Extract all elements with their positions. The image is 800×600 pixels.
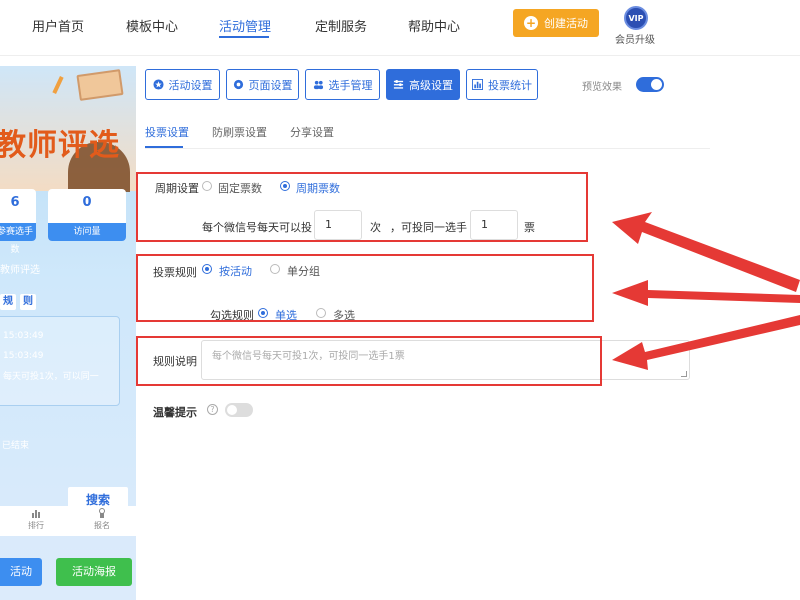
nav-item-home[interactable]: 用户首页 <box>32 16 84 35</box>
preview-tab-rule-2[interactable]: 则 <box>20 294 36 310</box>
tab-vote-statistics-label: 投票统计 <box>488 78 532 92</box>
preview-signup-item[interactable]: 报名 <box>90 508 114 531</box>
tab-page-settings-label: 页面设置 <box>248 78 293 92</box>
subtab-divider <box>145 148 710 149</box>
tips-toggle[interactable] <box>225 403 253 417</box>
stat-participants-label: 参赛选手数 <box>0 223 36 255</box>
preview-rule-text: 每天可投1次，可以同一 <box>3 372 99 382</box>
star-circle-icon <box>152 79 164 90</box>
tab-advanced-settings[interactable]: 高级设置 <box>386 69 460 100</box>
highlight-cycle-settings <box>136 172 588 242</box>
preview-effect-label: 预览效果 <box>582 82 622 93</box>
preview-rank-item[interactable]: 排行 <box>24 508 48 531</box>
top-nav: 用户首页 模板中心 活动管理 定制服务 帮助中心 + 创建活动 VIP 会员升级 <box>0 0 800 56</box>
users-icon <box>313 80 323 90</box>
tab-advanced-settings-label: 高级设置 <box>409 78 453 92</box>
tab-activity-settings-label: 活动设置 <box>168 78 213 92</box>
help-icon[interactable]: ? <box>207 404 218 415</box>
nav-item-custom-service[interactable]: 定制服务 <box>315 16 367 35</box>
preview-info-card: 15:03:49 15:03:49 每天可投1次，可以同一 <box>0 316 120 406</box>
preview-title: 教师评选 <box>0 128 120 163</box>
preview-tabs: 规 则 <box>0 294 36 310</box>
resize-grip-icon[interactable] <box>681 371 687 377</box>
subtab-vote-settings[interactable]: 投票设置 <box>145 124 189 140</box>
stat-visits: 0 访问量 <box>48 189 126 241</box>
highlight-rule-description <box>136 336 602 386</box>
preview-end-time: 15:03:49 <box>3 351 44 361</box>
create-activity-button[interactable]: + 创建活动 <box>513 9 599 37</box>
arrow-to-cycle-settings <box>612 212 800 292</box>
bar-chart-icon <box>32 510 40 518</box>
gear-icon <box>233 79 243 90</box>
preview-bottom-bar: 排行 报名 <box>0 506 136 536</box>
tab-page-settings[interactable]: 页面设置 <box>226 69 299 100</box>
preview-effect-toggle[interactable] <box>636 77 664 92</box>
stat-visits-label: 访问量 <box>48 223 126 241</box>
mobile-preview: 教师评选 6 参赛选手数 0 访问量 教师评选 规 则 15:03:49 15:… <box>0 66 136 600</box>
preview-start-time: 15:03:49 <box>3 331 44 341</box>
tab-activity-settings[interactable]: 活动设置 <box>145 69 220 100</box>
stat-participants: 6 参赛选手数 <box>0 189 36 255</box>
preview-signup-label: 报名 <box>94 521 110 530</box>
stat-visits-value: 0 <box>82 195 92 210</box>
nav-item-templates[interactable]: 模板中心 <box>126 16 178 35</box>
preview-rank-label: 排行 <box>28 521 44 530</box>
nav-item-activity-management[interactable]: 活动管理 <box>219 16 271 35</box>
activity-poster-button[interactable]: 活动海报 <box>56 558 132 586</box>
preview-tab-rule-1[interactable]: 规 <box>0 294 16 310</box>
stat-participants-value: 6 <box>10 195 20 210</box>
subtab-anti-fraud[interactable]: 防刷票设置 <box>212 124 267 140</box>
nav-active-underline <box>219 36 269 38</box>
arrow-to-vote-rule <box>612 280 800 306</box>
vip-badge-icon[interactable]: VIP <box>624 6 648 30</box>
tips-label: 温馨提示 <box>153 406 197 419</box>
tab-player-management-label: 选手管理 <box>328 78 373 92</box>
subtab-active-underline <box>145 146 183 148</box>
preview-status: 已结束 <box>2 441 30 451</box>
tab-vote-statistics[interactable]: 投票统计 <box>466 69 538 100</box>
nav-item-help[interactable]: 帮助中心 <box>408 16 460 35</box>
vip-upgrade-label[interactable]: 会员升级 <box>615 31 655 46</box>
activity-button[interactable]: 活动 <box>0 558 42 586</box>
sliders-icon <box>393 80 404 89</box>
hand-pointer-icon <box>99 508 105 518</box>
preview-activity-name: 教师评选 <box>0 265 40 276</box>
create-activity-label: 创建活动 <box>544 17 588 30</box>
subtab-share-settings[interactable]: 分享设置 <box>290 124 334 140</box>
tab-player-management[interactable]: 选手管理 <box>305 69 380 100</box>
highlight-vote-rule <box>136 254 594 322</box>
bar-chart-icon <box>472 79 483 90</box>
plus-icon: + <box>524 16 538 30</box>
